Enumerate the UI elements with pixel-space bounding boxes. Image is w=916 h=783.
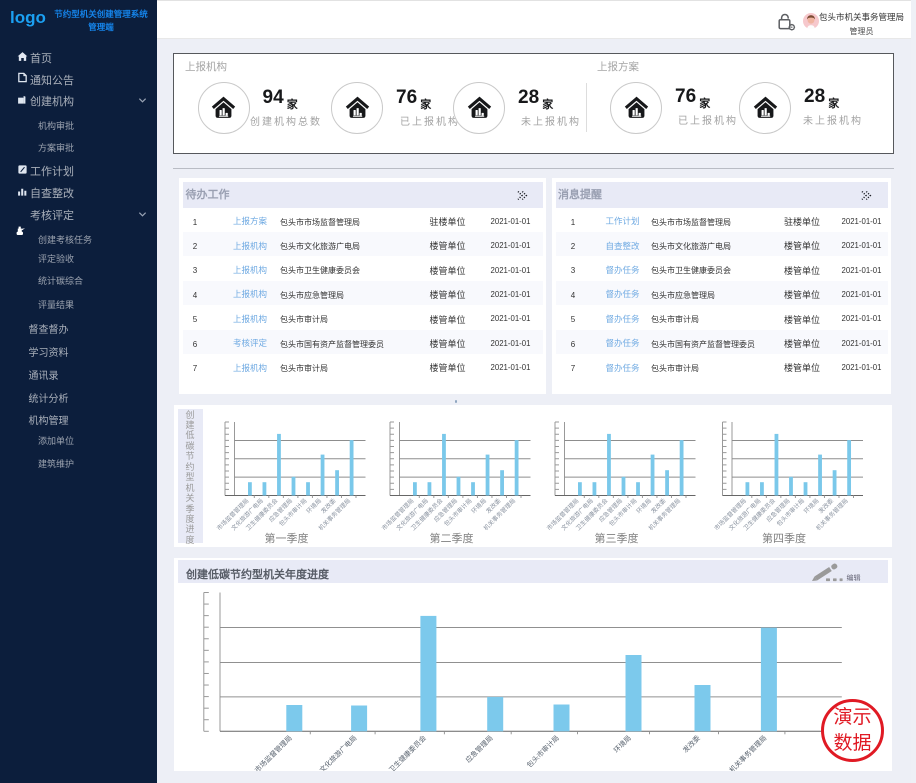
svg-text:文化旅游广电局: 文化旅游广电局 <box>317 733 358 771</box>
svg-text:应急管理局: 应急管理局 <box>463 733 494 764</box>
svg-text:环境局: 环境局 <box>634 496 652 514</box>
svg-text:环境局: 环境局 <box>304 496 322 514</box>
svg-text:第一季度: 第一季度 <box>264 531 308 545</box>
svg-text:机关事务管理局: 机关事务管理局 <box>727 733 768 771</box>
svg-text:包头市审计局: 包头市审计局 <box>524 733 560 769</box>
svg-text:第三季度: 第三季度 <box>594 531 638 545</box>
svg-text:环境局: 环境局 <box>469 496 487 514</box>
svg-text:环境局: 环境局 <box>611 733 632 754</box>
svg-text:第二季度: 第二季度 <box>429 531 473 545</box>
svg-text:市场监督管理局: 市场监督管理局 <box>252 733 293 771</box>
svg-text:发改委: 发改委 <box>680 733 701 754</box>
svg-text:第四季度: 第四季度 <box>762 531 806 545</box>
svg-text:卫生健康委员会: 卫生健康委员会 <box>386 733 427 771</box>
svg-text:环境局: 环境局 <box>802 496 820 514</box>
